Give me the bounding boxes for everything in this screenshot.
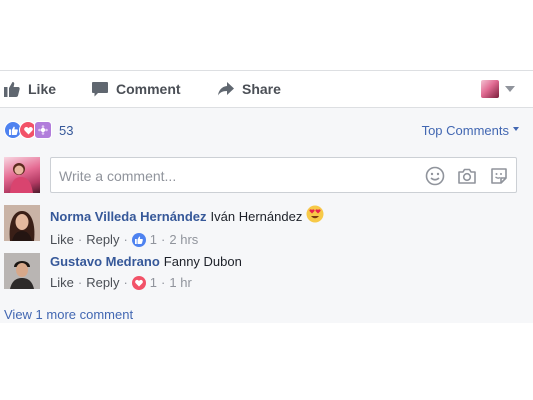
sticker-icon[interactable] xyxy=(489,166,509,186)
comments-panel: Like Comment Share 53 Top Comments Write… xyxy=(0,70,533,323)
separator-dot: · xyxy=(161,275,166,290)
comment-like-link[interactable]: Like xyxy=(50,275,74,290)
like-reaction-icon[interactable] xyxy=(131,232,146,247)
caret-down-icon xyxy=(513,126,519,131)
post-action-bar: Like Comment Share xyxy=(0,71,533,108)
separator-dot: · xyxy=(123,232,128,247)
share-arrow-icon xyxy=(218,82,234,96)
share-button[interactable]: Share xyxy=(218,71,281,107)
comment-composer xyxy=(50,157,517,193)
love-reaction-icon[interactable] xyxy=(131,275,146,290)
comment-as-selector[interactable] xyxy=(481,80,515,98)
top-comments-dropdown[interactable]: Top Comments xyxy=(422,123,519,138)
comment-author[interactable]: Norma Villeda Hernández xyxy=(50,208,207,226)
viewer-avatar xyxy=(481,80,499,98)
comment-button[interactable]: Comment xyxy=(92,71,181,107)
comment-like-link[interactable]: Like xyxy=(50,232,74,247)
comment-input[interactable] xyxy=(57,164,411,188)
commenter-avatar[interactable] xyxy=(4,253,40,289)
separator-dot: · xyxy=(77,232,83,247)
separator-dot: · xyxy=(123,275,128,290)
comment-reply-link[interactable]: Reply xyxy=(86,232,119,247)
comment-label: Comment xyxy=(116,81,181,97)
comment-reply-link[interactable]: Reply xyxy=(86,275,119,290)
like-button[interactable]: Like xyxy=(4,71,56,107)
comment-text[interactable]: Fanny Dubon xyxy=(164,253,242,271)
comment-reaction-count[interactable]: 1 xyxy=(150,232,157,247)
separator-dot: · xyxy=(77,275,83,290)
wow-reaction-icon xyxy=(34,121,52,139)
comment-text[interactable]: Iván Hernández xyxy=(211,208,303,226)
comment-author[interactable]: Gustavo Medrano xyxy=(50,253,160,271)
share-label: Share xyxy=(242,81,281,97)
like-label: Like xyxy=(28,81,57,97)
comment-reaction-count[interactable]: 1 xyxy=(150,275,157,290)
comment-timestamp[interactable]: 2 hrs xyxy=(169,232,198,247)
thumbs-up-icon xyxy=(4,82,20,97)
chevron-down-icon xyxy=(505,86,515,92)
separator-dot: · xyxy=(161,232,166,247)
composer-avatar xyxy=(4,157,40,193)
sort-label: Top Comments xyxy=(421,123,509,138)
heart-eyes-emoji-icon xyxy=(306,205,324,228)
speech-bubble-icon xyxy=(92,81,108,96)
camera-icon[interactable] xyxy=(457,166,477,186)
emoji-icon[interactable] xyxy=(425,166,445,186)
view-more-comments-link[interactable]: View 1 more comment xyxy=(4,307,133,322)
reactions-count: 53 xyxy=(59,122,74,138)
reactions-summary[interactable]: 53 xyxy=(4,121,73,139)
commenter-avatar[interactable] xyxy=(4,205,40,241)
comment-timestamp[interactable]: 1 hr xyxy=(169,275,191,290)
